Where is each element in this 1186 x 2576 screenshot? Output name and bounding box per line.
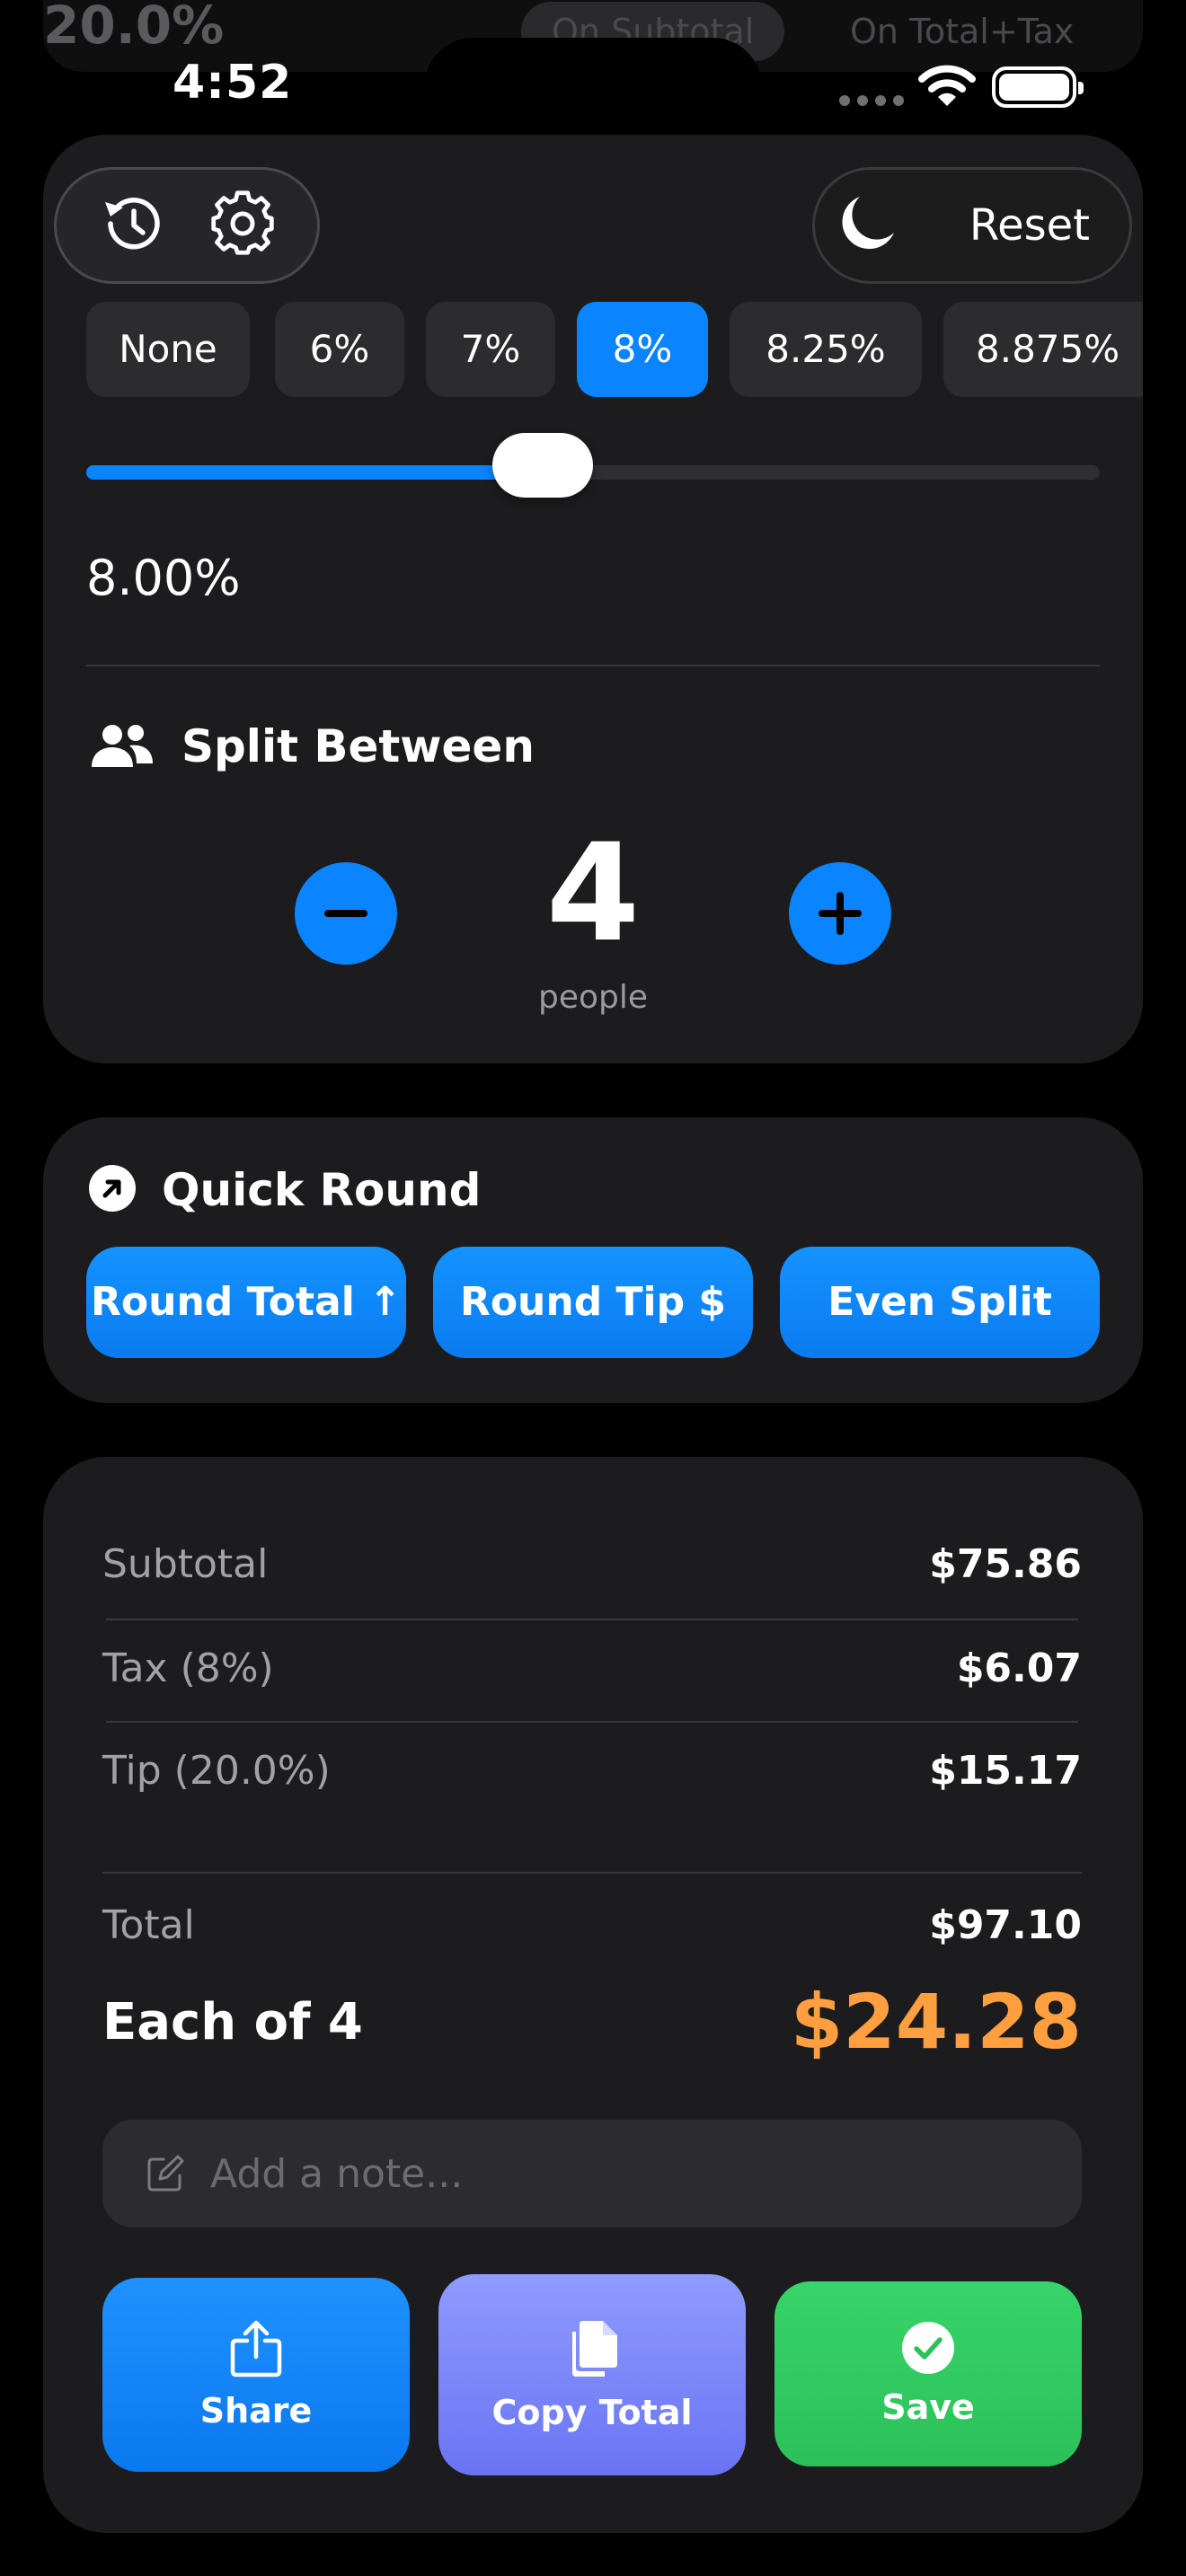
history-icon [104, 198, 160, 250]
moon-icon [842, 197, 894, 250]
tax-rate-value: 8.00% [86, 550, 241, 606]
share-label: Share [199, 2391, 313, 2430]
tax-chip-8-25[interactable]: 8.25% [730, 302, 922, 397]
history-button[interactable] [98, 190, 166, 261]
round-tip-button[interactable]: Round Tip $ [433, 1247, 753, 1358]
save-button[interactable]: Save [774, 2281, 1082, 2466]
share-icon [230, 2320, 282, 2378]
tax-preset-row: None 6% 7% 8% 8.25% 8.875% [86, 302, 1143, 397]
gear-icon [210, 190, 274, 255]
tax-chip-8[interactable]: 8% [577, 302, 708, 397]
arrow-up-right-circle-icon [88, 1164, 137, 1216]
tax-row: Tax (8%) $6.07 [102, 1645, 1082, 1691]
note-field[interactable] [102, 2120, 1082, 2228]
status-time: 4:52 [173, 56, 293, 110]
dynamic-island [424, 38, 762, 137]
per-person-label: Each of 4 [102, 1992, 363, 2051]
total-value: $97.10 [929, 1902, 1082, 1948]
tax-label: Tax (8%) [102, 1645, 274, 1691]
per-person-value: $24.28 [790, 1978, 1082, 2066]
reset-button[interactable]: Reset [969, 200, 1090, 251]
cellular-signal-icon [839, 95, 904, 106]
checkmark-circle-icon [902, 2322, 954, 2374]
plus-icon [819, 892, 862, 935]
battery-icon [992, 66, 1084, 108]
tax-chip-none[interactable]: None [86, 302, 250, 397]
tax-slider-thumb[interactable] [491, 433, 593, 498]
people-label: people [537, 979, 649, 1016]
tax-chip-6[interactable]: 6% [275, 302, 404, 397]
dark-mode-toggle[interactable] [833, 190, 901, 261]
tax-chip-8-875[interactable]: 8.875% [943, 302, 1143, 397]
history-settings-capsule [54, 167, 320, 284]
settings-button[interactable] [208, 190, 277, 261]
people-icon [90, 722, 155, 776]
tax-slider-fill [86, 465, 543, 480]
divider [86, 665, 1100, 666]
increase-people-button[interactable] [789, 862, 891, 965]
total-row: Total $97.10 [102, 1902, 1082, 1948]
theme-reset-capsule: Reset [812, 167, 1132, 284]
divider [102, 1872, 1082, 1874]
tax-value: $6.07 [956, 1645, 1082, 1691]
tax-chip-7[interactable]: 7% [426, 302, 555, 397]
save-label: Save [881, 2387, 975, 2427]
tip-label: Tip (20.0%) [102, 1748, 331, 1794]
copy-total-button[interactable]: Copy Total [438, 2274, 746, 2475]
subtotal-label: Subtotal [102, 1541, 269, 1587]
app-screen: 20.0% On Subtotal On Total+Tax 4:52 None… [0, 0, 1186, 2576]
even-split-button[interactable]: Even Split [780, 1247, 1100, 1358]
tip-value: $15.17 [929, 1748, 1082, 1794]
copy-total-label: Copy Total [491, 2393, 693, 2432]
wifi-icon [918, 63, 976, 111]
divider [106, 1619, 1078, 1620]
people-count: 4 [545, 816, 641, 972]
split-title: Split Between [181, 720, 535, 772]
tip-percent-peek: 20.0% [43, 0, 225, 56]
total-label: Total [102, 1902, 195, 1948]
tip-on-total-tax-chip: On Total+Tax [850, 12, 1075, 51]
round-total-button[interactable]: Round Total ↑ [86, 1247, 406, 1358]
per-person-row: Each of 4 $24.28 [102, 1978, 1082, 2066]
note-input[interactable] [210, 2150, 1082, 2197]
share-button[interactable]: Share [102, 2278, 410, 2472]
subtotal-value: $75.86 [929, 1541, 1082, 1587]
divider [106, 1721, 1078, 1723]
subtotal-row: Subtotal $75.86 [102, 1541, 1082, 1587]
quick-round-title: Quick Round [162, 1164, 482, 1216]
summary-card: Subtotal $75.86 Tax (8%) $6.07 Tip (20.0… [43, 1457, 1143, 2533]
edit-note-icon [147, 2155, 184, 2192]
tax-slider[interactable] [86, 433, 1100, 498]
copy-docs-icon [572, 2321, 617, 2377]
quick-round-card: Quick Round Round Total ↑ Round Tip $ Ev… [43, 1117, 1143, 1403]
tip-row: Tip (20.0%) $15.17 [102, 1748, 1082, 1794]
